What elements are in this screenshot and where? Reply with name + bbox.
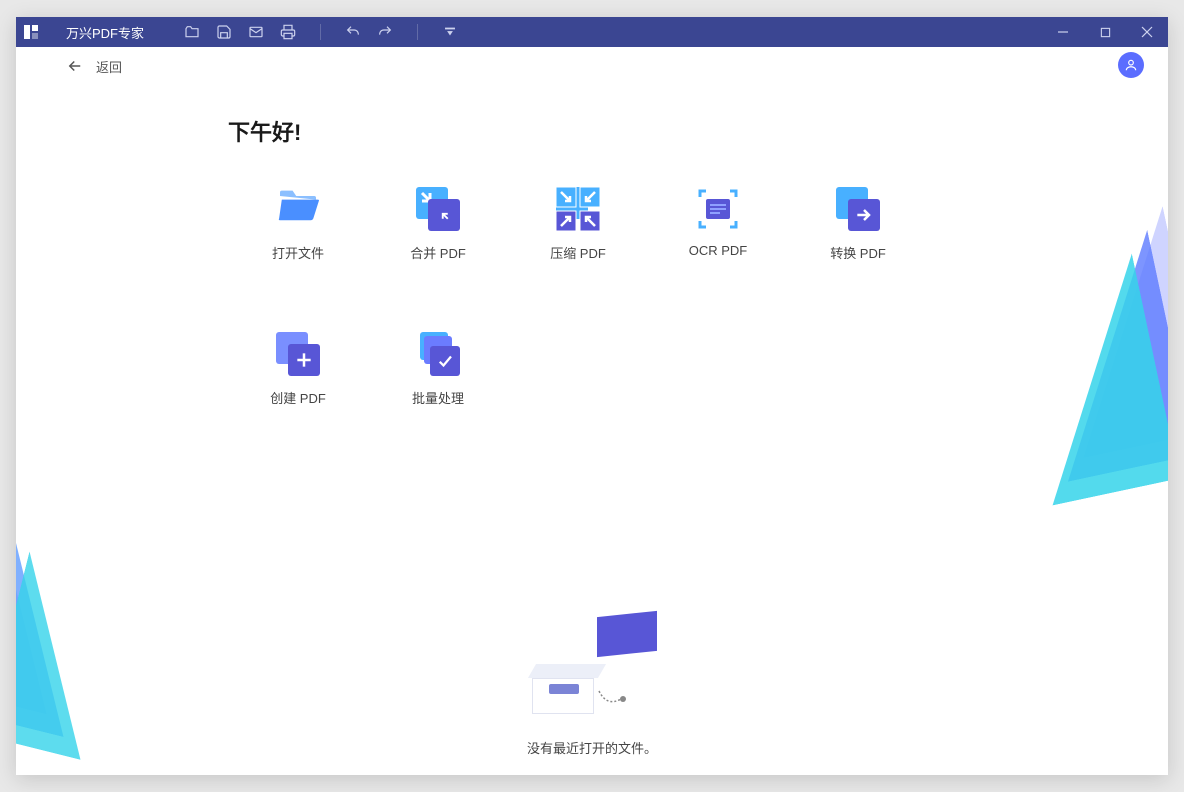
content-area: 下午好! 打开文件 合并 PDF xyxy=(16,85,1168,775)
app-window: 万兴PDF专家 返回 下午好! xyxy=(16,17,1168,775)
tile-convert-pdf[interactable]: 转换 PDF xyxy=(788,187,928,262)
convert-icon xyxy=(836,187,880,231)
tile-label: 创建 PDF xyxy=(270,388,326,407)
create-icon xyxy=(276,332,320,376)
tile-create-pdf[interactable]: 创建 PDF xyxy=(228,332,368,407)
back-arrow-icon xyxy=(66,57,84,75)
tile-label: 批量处理 xyxy=(412,388,464,407)
back-button[interactable]: 返回 xyxy=(66,57,122,76)
titlebar: 万兴PDF专家 xyxy=(16,17,1168,47)
tile-label: 打开文件 xyxy=(272,243,324,262)
folder-open-icon xyxy=(276,187,320,231)
tile-label: OCR PDF xyxy=(689,243,748,258)
window-controls xyxy=(1042,17,1168,47)
mail-icon[interactable] xyxy=(248,24,264,40)
empty-message: 没有最近打开的文件。 xyxy=(527,738,657,757)
batch-icon xyxy=(416,332,460,376)
tile-label: 转换 PDF xyxy=(830,243,886,262)
subheader: 返回 xyxy=(16,47,1168,85)
redo-icon[interactable] xyxy=(377,24,393,40)
ocr-icon xyxy=(696,187,740,231)
tile-open-file[interactable]: 打开文件 xyxy=(228,187,368,262)
open-folder-icon[interactable] xyxy=(184,24,200,40)
tile-ocr-pdf[interactable]: OCR PDF xyxy=(648,187,788,262)
empty-illustration-icon xyxy=(522,604,662,724)
back-label: 返回 xyxy=(96,57,122,76)
save-icon[interactable] xyxy=(216,24,232,40)
tile-label: 合并 PDF xyxy=(410,243,466,262)
minimize-button[interactable] xyxy=(1042,17,1084,47)
empty-state: 没有最近打开的文件。 xyxy=(522,604,662,757)
greeting-text: 下午好! xyxy=(228,115,1168,147)
tile-merge-pdf[interactable]: 合并 PDF xyxy=(368,187,508,262)
tile-label: 压缩 PDF xyxy=(550,243,606,262)
merge-icon xyxy=(416,187,460,231)
user-avatar[interactable] xyxy=(1118,52,1144,78)
dropdown-menu-icon[interactable] xyxy=(442,24,458,40)
close-button[interactable] xyxy=(1126,17,1168,47)
app-logo-icon xyxy=(16,17,46,47)
compress-icon xyxy=(556,187,600,231)
action-tiles: 打开文件 合并 PDF xyxy=(228,187,1168,407)
toolbar-icons xyxy=(184,24,458,40)
tile-batch-process[interactable]: 批量处理 xyxy=(368,332,508,407)
tile-compress-pdf[interactable]: 压缩 PDF xyxy=(508,187,648,262)
undo-icon[interactable] xyxy=(345,24,361,40)
maximize-button[interactable] xyxy=(1084,17,1126,47)
app-title: 万兴PDF专家 xyxy=(66,23,144,42)
print-icon[interactable] xyxy=(280,24,296,40)
